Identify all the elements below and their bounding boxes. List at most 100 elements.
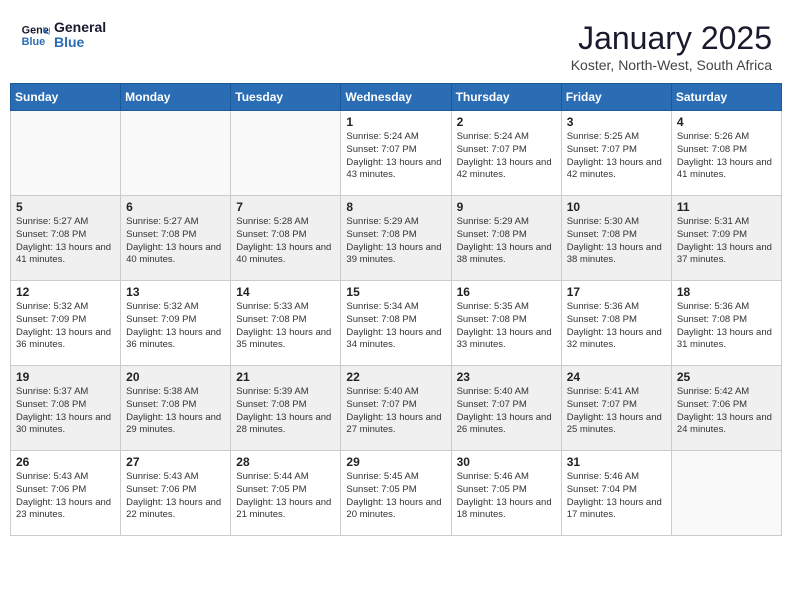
day-info: Sunrise: 5:45 AM Sunset: 7:05 PM Dayligh… — [346, 471, 445, 522]
svg-text:Blue: Blue — [22, 36, 45, 48]
calendar-cell: 16 Sunrise: 5:35 AM Sunset: 7:08 PM Dayli… — [451, 281, 561, 366]
weekday-header: Sunday — [11, 84, 121, 111]
day-number: 11 — [677, 200, 776, 214]
calendar-week-row: 1 Sunrise: 5:24 AM Sunset: 7:07 PM Daylig… — [11, 111, 782, 196]
calendar-cell — [231, 111, 341, 196]
day-number: 27 — [126, 455, 225, 469]
day-number: 31 — [567, 455, 666, 469]
calendar-cell: 29 Sunrise: 5:45 AM Sunset: 7:05 PM Dayli… — [341, 451, 451, 536]
calendar-cell: 7 Sunrise: 5:28 AM Sunset: 7:08 PM Daylig… — [231, 196, 341, 281]
day-info: Sunrise: 5:27 AM Sunset: 7:08 PM Dayligh… — [126, 216, 225, 267]
weekday-header: Thursday — [451, 84, 561, 111]
calendar-cell: 4Sunrise: 5:26 AM Sunset: 7:08 PM Daylig… — [671, 111, 781, 196]
day-info: Sunrise: 5:26 AM Sunset: 7:08 PM Dayligh… — [677, 131, 776, 182]
day-info: Sunrise: 5:25 AM Sunset: 7:07 PM Dayligh… — [567, 131, 666, 182]
day-number: 30 — [457, 455, 556, 469]
header: General Blue General Blue January 2025 K… — [10, 10, 782, 79]
day-info: Sunrise: 5:46 AM Sunset: 7:05 PM Dayligh… — [457, 471, 556, 522]
day-info: Sunrise: 5:29 AM Sunset: 7:08 PM Dayligh… — [457, 216, 556, 267]
day-info: Sunrise: 5:40 AM Sunset: 7:07 PM Dayligh… — [346, 386, 445, 437]
day-number: 7 — [236, 200, 335, 214]
day-info: Sunrise: 5:27 AM Sunset: 7:08 PM Dayligh… — [16, 216, 115, 267]
logo-icon: General Blue — [20, 20, 50, 50]
calendar-cell: 26 Sunrise: 5:43 AM Sunset: 7:06 PM Dayli… — [11, 451, 121, 536]
calendar-cell: 30 Sunrise: 5:46 AM Sunset: 7:05 PM Dayli… — [451, 451, 561, 536]
calendar-cell: 11 Sunrise: 5:31 AM Sunset: 7:09 PM Dayli… — [671, 196, 781, 281]
day-number: 2 — [457, 115, 556, 129]
day-number: 8 — [346, 200, 445, 214]
day-info: Sunrise: 5:24 AM Sunset: 7:07 PM Dayligh… — [346, 131, 445, 182]
calendar-cell: 27Sunrise: 5:43 AM Sunset: 7:06 PM Dayli… — [121, 451, 231, 536]
day-number: 22 — [346, 370, 445, 384]
day-info: Sunrise: 5:35 AM Sunset: 7:08 PM Dayligh… — [457, 301, 556, 352]
day-number: 25 — [677, 370, 776, 384]
calendar-week-row: 26 Sunrise: 5:43 AM Sunset: 7:06 PM Dayli… — [11, 451, 782, 536]
weekday-header: Wednesday — [341, 84, 451, 111]
day-number: 19 — [16, 370, 115, 384]
calendar: SundayMondayTuesdayWednesdayThursdayFrid… — [10, 83, 782, 536]
day-number: 6 — [126, 200, 225, 214]
weekday-header: Monday — [121, 84, 231, 111]
day-number: 21 — [236, 370, 335, 384]
day-info: Sunrise: 5:31 AM Sunset: 7:09 PM Dayligh… — [677, 216, 776, 267]
day-info: Sunrise: 5:24 AM Sunset: 7:07 PM Dayligh… — [457, 131, 556, 182]
calendar-cell: 15 Sunrise: 5:34 AM Sunset: 7:08 PM Dayli… — [341, 281, 451, 366]
calendar-cell: 28 Sunrise: 5:44 AM Sunset: 7:05 PM Dayli… — [231, 451, 341, 536]
location: Koster, North-West, South Africa — [571, 57, 772, 73]
calendar-cell: 14Sunrise: 5:33 AM Sunset: 7:08 PM Dayli… — [231, 281, 341, 366]
calendar-cell: 23 Sunrise: 5:40 AM Sunset: 7:07 PM Dayli… — [451, 366, 561, 451]
logo-blue: Blue — [54, 35, 106, 50]
calendar-cell: 9 Sunrise: 5:29 AM Sunset: 7:08 PM Daylig… — [451, 196, 561, 281]
calendar-cell: 6 Sunrise: 5:27 AM Sunset: 7:08 PM Daylig… — [121, 196, 231, 281]
day-info: Sunrise: 5:32 AM Sunset: 7:09 PM Dayligh… — [16, 301, 115, 352]
calendar-cell: 24Sunrise: 5:41 AM Sunset: 7:07 PM Dayli… — [561, 366, 671, 451]
day-number: 20 — [126, 370, 225, 384]
day-number: 13 — [126, 285, 225, 299]
day-info: Sunrise: 5:39 AM Sunset: 7:08 PM Dayligh… — [236, 386, 335, 437]
day-number: 1 — [346, 115, 445, 129]
day-info: Sunrise: 5:43 AM Sunset: 7:06 PM Dayligh… — [16, 471, 115, 522]
calendar-cell: 31 Sunrise: 5:46 AM Sunset: 7:04 PM Dayli… — [561, 451, 671, 536]
calendar-week-row: 5 Sunrise: 5:27 AM Sunset: 7:08 PM Daylig… — [11, 196, 782, 281]
logo: General Blue General Blue — [20, 20, 106, 51]
calendar-cell: 25 Sunrise: 5:42 AM Sunset: 7:06 PM Dayli… — [671, 366, 781, 451]
calendar-cell: 10Sunrise: 5:30 AM Sunset: 7:08 PM Dayli… — [561, 196, 671, 281]
day-info: Sunrise: 5:44 AM Sunset: 7:05 PM Dayligh… — [236, 471, 335, 522]
logo-general: General — [54, 20, 106, 35]
day-number: 28 — [236, 455, 335, 469]
day-number: 29 — [346, 455, 445, 469]
day-number: 12 — [16, 285, 115, 299]
calendar-cell: 17Sunrise: 5:36 AM Sunset: 7:08 PM Dayli… — [561, 281, 671, 366]
calendar-week-row: 12 Sunrise: 5:32 AM Sunset: 7:09 PM Dayli… — [11, 281, 782, 366]
day-number: 24 — [567, 370, 666, 384]
day-info: Sunrise: 5:46 AM Sunset: 7:04 PM Dayligh… — [567, 471, 666, 522]
day-info: Sunrise: 5:32 AM Sunset: 7:09 PM Dayligh… — [126, 301, 225, 352]
calendar-cell: 1 Sunrise: 5:24 AM Sunset: 7:07 PM Daylig… — [341, 111, 451, 196]
day-number: 10 — [567, 200, 666, 214]
calendar-cell: 20 Sunrise: 5:38 AM Sunset: 7:08 PM Dayli… — [121, 366, 231, 451]
calendar-cell: 22 Sunrise: 5:40 AM Sunset: 7:07 PM Dayli… — [341, 366, 451, 451]
day-number: 16 — [457, 285, 556, 299]
day-number: 26 — [16, 455, 115, 469]
day-number: 5 — [16, 200, 115, 214]
calendar-cell: 21 Sunrise: 5:39 AM Sunset: 7:08 PM Dayli… — [231, 366, 341, 451]
day-number: 9 — [457, 200, 556, 214]
day-info: Sunrise: 5:37 AM Sunset: 7:08 PM Dayligh… — [16, 386, 115, 437]
weekday-header: Saturday — [671, 84, 781, 111]
calendar-cell — [121, 111, 231, 196]
weekday-header: Tuesday — [231, 84, 341, 111]
day-number: 23 — [457, 370, 556, 384]
calendar-cell — [11, 111, 121, 196]
day-info: Sunrise: 5:42 AM Sunset: 7:06 PM Dayligh… — [677, 386, 776, 437]
day-info: Sunrise: 5:40 AM Sunset: 7:07 PM Dayligh… — [457, 386, 556, 437]
day-info: Sunrise: 5:28 AM Sunset: 7:08 PM Dayligh… — [236, 216, 335, 267]
calendar-cell: 13 Sunrise: 5:32 AM Sunset: 7:09 PM Dayli… — [121, 281, 231, 366]
day-number: 3 — [567, 115, 666, 129]
calendar-cell — [671, 451, 781, 536]
calendar-week-row: 19 Sunrise: 5:37 AM Sunset: 7:08 PM Dayli… — [11, 366, 782, 451]
day-info: Sunrise: 5:36 AM Sunset: 7:08 PM Dayligh… — [677, 301, 776, 352]
day-number: 15 — [346, 285, 445, 299]
month-year: January 2025 — [571, 20, 772, 57]
day-info: Sunrise: 5:38 AM Sunset: 7:08 PM Dayligh… — [126, 386, 225, 437]
day-info: Sunrise: 5:34 AM Sunset: 7:08 PM Dayligh… — [346, 301, 445, 352]
